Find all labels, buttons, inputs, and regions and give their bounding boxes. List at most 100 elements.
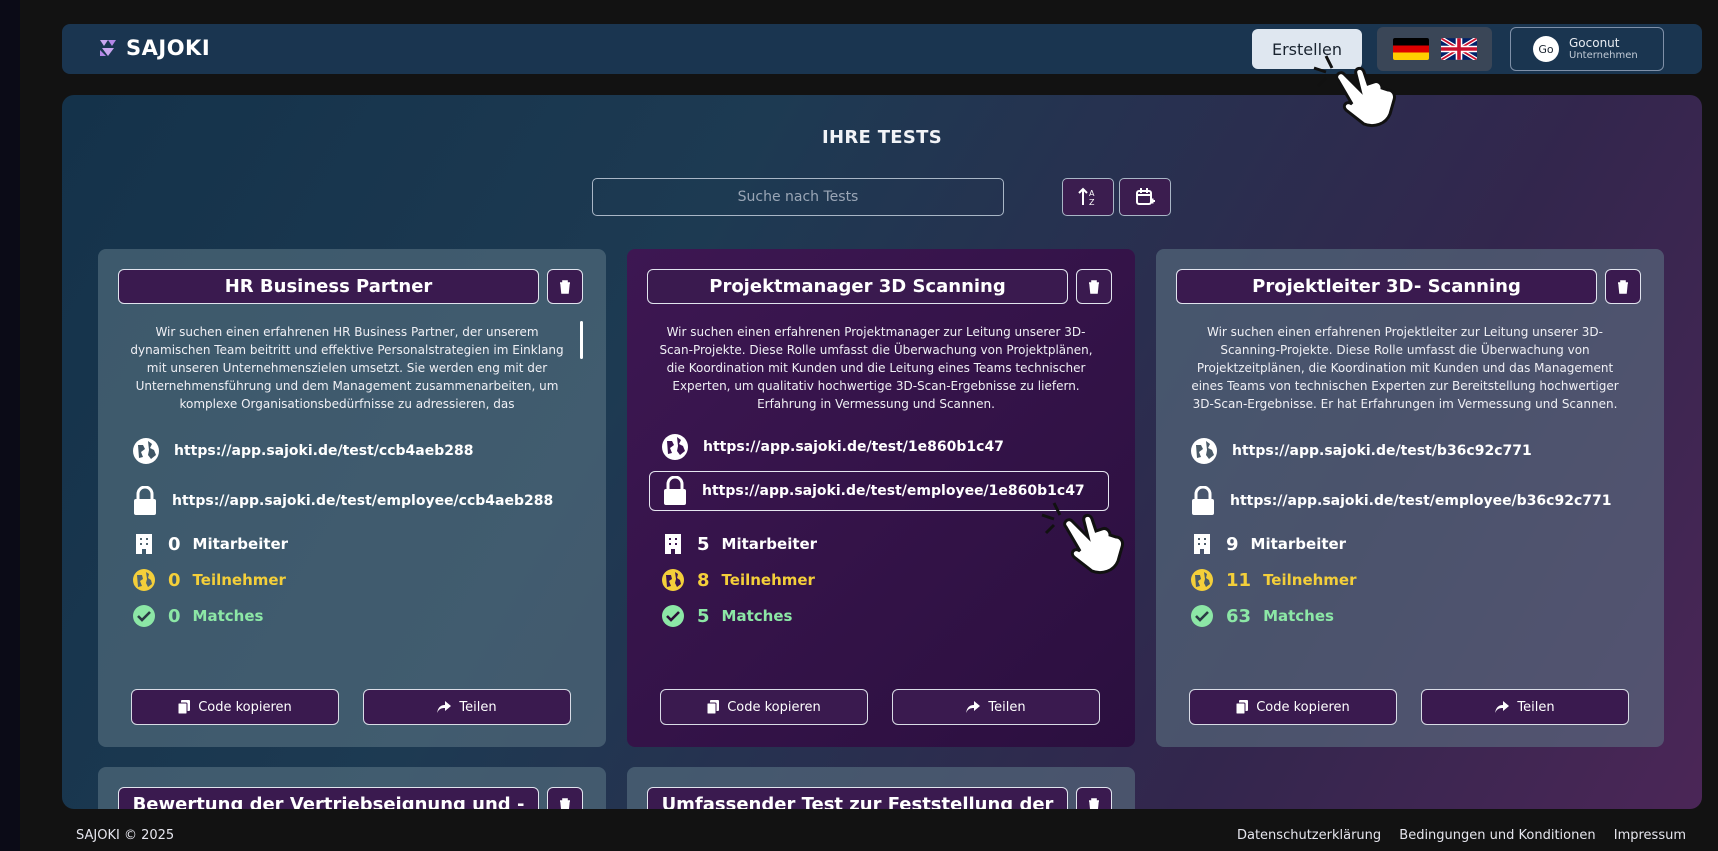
- public-link[interactable]: https://app.sajoki.de/test/1e860b1c47: [649, 427, 1119, 467]
- delete-button[interactable]: [1076, 787, 1112, 809]
- share-label: Teilen: [988, 699, 1026, 715]
- svg-text:Z: Z: [1089, 198, 1095, 207]
- participants-stat: 11 Teilnehmer: [1190, 568, 1357, 592]
- test-title[interactable]: Umfassender Test zur Feststellung der: [647, 787, 1068, 809]
- matches-stat: 5 Matches: [661, 604, 792, 628]
- sort-date-button[interactable]: [1119, 178, 1171, 216]
- share-label: Teilen: [1517, 699, 1555, 715]
- copy-icon: [1236, 700, 1249, 714]
- employee-link[interactable]: https://app.sajoki.de/test/employee/ccb4…: [120, 481, 590, 521]
- share-button[interactable]: Teilen: [892, 689, 1100, 725]
- employees-count: 0: [168, 533, 181, 555]
- test-card: Bewertung der Vertriebseignung und -: [98, 767, 606, 809]
- matches-stat: 0 Matches: [132, 604, 263, 628]
- building-icon: [665, 534, 681, 554]
- employee-link-text: https://app.sajoki.de/test/employee/b36c…: [1230, 493, 1612, 509]
- footer-links: Datenschutzerklärung Bedingungen und Kon…: [1223, 828, 1686, 843]
- employees-stat: 5 Mitarbeiter: [661, 532, 817, 556]
- building-icon: [136, 534, 152, 554]
- share-label: Teilen: [459, 699, 497, 715]
- employee-link[interactable]: https://app.sajoki.de/test/employee/b36c…: [1178, 481, 1648, 521]
- test-description: Wir suchen einen erfahrenen HR Business …: [130, 325, 564, 411]
- building-icon: [1194, 534, 1210, 554]
- matches-label: Matches: [192, 607, 264, 625]
- trash-icon: [1089, 797, 1099, 809]
- svg-text:A: A: [1089, 189, 1095, 198]
- copy-icon: [707, 700, 720, 714]
- copy-icon: [178, 700, 191, 714]
- share-button[interactable]: Teilen: [363, 689, 571, 725]
- privacy-link[interactable]: Datenschutzerklärung: [1237, 828, 1381, 843]
- matches-label: Matches: [1263, 607, 1334, 625]
- avatar: Go: [1533, 36, 1559, 62]
- test-description: Wir suchen einen erfahrenen Projektmanag…: [659, 325, 1093, 411]
- employees-label: Mitarbeiter: [192, 535, 289, 553]
- hand-cursor-icon: [1313, 55, 1396, 128]
- participants-label: Teilnehmer: [1263, 571, 1357, 589]
- description-scrollbar[interactable]: [580, 321, 583, 359]
- public-link[interactable]: https://app.sajoki.de/test/b36c92c771: [1178, 431, 1648, 471]
- public-link-text: https://app.sajoki.de/test/ccb4aeb288: [174, 443, 474, 459]
- delete-button[interactable]: [1605, 269, 1641, 304]
- copy-code-button[interactable]: Code kopieren: [660, 689, 868, 725]
- tests-panel: IHRE TESTS A Z HR Business Partner Wir s…: [62, 95, 1702, 809]
- delete-button[interactable]: [547, 787, 583, 809]
- test-title[interactable]: HR Business Partner: [118, 269, 539, 304]
- employees-stat: 9 Mitarbeiter: [1190, 532, 1346, 556]
- participants-count: 0: [168, 569, 181, 591]
- test-card: Umfassender Test zur Feststellung der: [627, 767, 1135, 809]
- participants-label: Teilnehmer: [192, 571, 286, 589]
- employees-label: Mitarbeiter: [1250, 535, 1347, 553]
- page-title: IHRE TESTS: [822, 127, 942, 148]
- test-title[interactable]: Projektmanager 3D Scanning: [647, 269, 1068, 304]
- test-title[interactable]: Bewertung der Vertriebseignung und -: [118, 787, 539, 809]
- copy-code-label: Code kopieren: [1256, 699, 1350, 715]
- top-bar: SAJOKI Erstellen Go Goconut Unternehmen: [62, 24, 1702, 74]
- delete-button[interactable]: [1076, 269, 1112, 304]
- public-link-text: https://app.sajoki.de/test/1e860b1c47: [703, 439, 1004, 455]
- trash-icon: [560, 797, 570, 809]
- copyright: SAJOKI © 2025: [76, 828, 175, 843]
- lock-icon: [134, 486, 156, 515]
- search-input[interactable]: [592, 178, 1004, 216]
- imprint-link[interactable]: Impressum: [1614, 828, 1686, 843]
- copy-code-label: Code kopieren: [727, 699, 821, 715]
- employee-link-text: https://app.sajoki.de/test/employee/ccb4…: [172, 493, 554, 509]
- participants-stat: 0 Teilnehmer: [132, 568, 286, 592]
- logo-text: SAJOKI: [126, 36, 211, 60]
- user-menu-button[interactable]: Go Goconut Unternehmen: [1510, 27, 1664, 71]
- test-title[interactable]: Projektleiter 3D- Scanning: [1176, 269, 1597, 304]
- uk-flag-icon[interactable]: [1440, 38, 1477, 60]
- participants-count: 11: [1226, 569, 1252, 591]
- test-card: HR Business Partner Wir suchen einen erf…: [98, 249, 606, 747]
- sort-alpha-icon: A Z: [1078, 187, 1095, 207]
- share-icon: [1495, 701, 1510, 713]
- share-icon: [437, 701, 452, 713]
- share-icon: [966, 701, 981, 713]
- public-link[interactable]: https://app.sajoki.de/test/ccb4aeb288: [120, 431, 590, 471]
- user-role: Unternehmen: [1569, 50, 1638, 61]
- copy-code-button[interactable]: Code kopieren: [131, 689, 339, 725]
- matches-count: 0: [168, 605, 181, 627]
- user-name: Goconut: [1569, 36, 1620, 50]
- globe-yellow-icon: [1191, 569, 1213, 591]
- delete-button[interactable]: [547, 269, 583, 304]
- lock-icon: [664, 476, 686, 505]
- public-link-text: https://app.sajoki.de/test/b36c92c771: [1232, 443, 1532, 459]
- globe-yellow-icon: [662, 569, 684, 591]
- logo[interactable]: SAJOKI: [96, 36, 210, 60]
- globe-icon: [1191, 438, 1217, 464]
- hand-cursor-icon: [1041, 502, 1124, 575]
- lock-icon: [1192, 486, 1214, 515]
- matches-stat: 63 Matches: [1190, 604, 1334, 628]
- check-circle-icon: [1191, 605, 1213, 627]
- share-button[interactable]: Teilen: [1421, 689, 1629, 725]
- trash-icon: [560, 279, 570, 294]
- copy-code-button[interactable]: Code kopieren: [1189, 689, 1397, 725]
- employees-count: 5: [697, 533, 710, 555]
- test-description: Wir suchen einen erfahrenen Projektleite…: [1191, 325, 1619, 411]
- test-card: Projektleiter 3D- Scanning Wir suchen ei…: [1156, 249, 1664, 747]
- terms-link[interactable]: Bedingungen und Konditionen: [1399, 828, 1595, 843]
- matches-label: Matches: [721, 607, 793, 625]
- sort-alpha-button[interactable]: A Z: [1062, 178, 1114, 216]
